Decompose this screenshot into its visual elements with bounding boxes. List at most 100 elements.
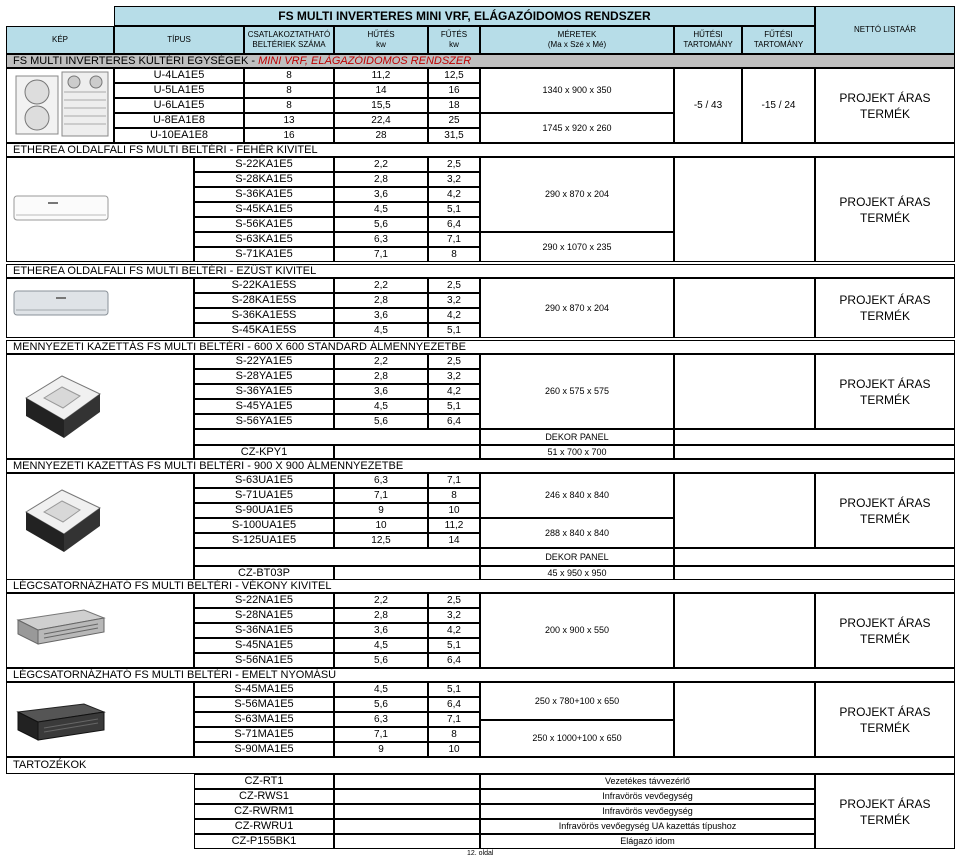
price-label-line2: TERMÉK bbox=[859, 812, 910, 827]
cooling-kw-cell: 2,8 bbox=[334, 369, 428, 384]
heating-kw-cell: 3,2 bbox=[428, 369, 480, 384]
empty-cell bbox=[674, 354, 815, 429]
model-cell: S-22KA1E5S bbox=[194, 278, 334, 293]
model-cell: S-71UA1E5 bbox=[194, 488, 334, 503]
header-tipus: TÍPUS bbox=[114, 26, 244, 54]
panel-dimensions-cell: 45 x 950 x 950 bbox=[480, 566, 674, 580]
cooling-kw-cell: 5,6 bbox=[334, 414, 428, 429]
model-cell: S-45KA1E5 bbox=[194, 202, 334, 217]
accessory-model-cell: CZ-RWS1 bbox=[194, 789, 334, 804]
model-cell: S-63MA1E5 bbox=[194, 712, 334, 727]
empty-cell bbox=[334, 834, 480, 849]
accessory-model-cell: CZ-P155BK1 bbox=[194, 834, 334, 849]
header-kep: KÉP bbox=[6, 26, 114, 54]
price-label-line1: PROJEKT ÁRAS bbox=[839, 615, 931, 630]
price-label-line2: TERMÉK bbox=[859, 511, 910, 526]
accessory-model-cell: CZ-RWRM1 bbox=[194, 804, 334, 819]
section-band-outdoor: FS MULTI INVERTERES KÜLTÉRI EGYSÉGEK - M… bbox=[6, 54, 955, 68]
model-cell: S-63UA1E5 bbox=[194, 473, 334, 488]
cooling-range-cell: -5 / 43 bbox=[674, 68, 742, 143]
cassette-600-image bbox=[18, 368, 104, 444]
empty-cell bbox=[334, 774, 480, 789]
model-cell: S-45KA1E5S bbox=[194, 323, 334, 338]
heating-kw-cell: 4,2 bbox=[428, 187, 480, 202]
cooling-kw-cell: 3,6 bbox=[334, 623, 428, 638]
header-dimensions-line2: (Ma x Szé x Mé) bbox=[547, 40, 607, 49]
section-title-wall-silver: ETHEREA OLDALFALI FS MULTI BELTÉRI - EZÜ… bbox=[6, 264, 955, 278]
heating-kw-cell: 3,2 bbox=[428, 172, 480, 187]
heating-kw-cell: 10 bbox=[428, 742, 480, 757]
section-title-duct-high: LÉGCSATORNÁZHATÓ FS MULTI BELTÉRI - EMEL… bbox=[6, 668, 955, 682]
heating-kw-cell: 18 bbox=[428, 98, 480, 113]
header-connectable-units: CSATLAKOZTATHATÓ BELTÉRIEK SZÁMA bbox=[244, 26, 334, 54]
price-label-line2: TERMÉK bbox=[859, 631, 910, 646]
header-cooling-kw: HŰTÉS kw bbox=[334, 26, 428, 54]
heating-kw-cell: 5,1 bbox=[428, 399, 480, 414]
model-cell: S-71MA1E5 bbox=[194, 727, 334, 742]
cooling-kw-cell: 6,3 bbox=[334, 473, 428, 488]
cooling-kw-cell: 14 bbox=[334, 83, 428, 98]
price-label-line2: TERMÉK bbox=[859, 392, 910, 407]
cooling-kw-cell: 4,5 bbox=[334, 202, 428, 217]
heating-range-cell: -15 / 24 bbox=[742, 68, 815, 143]
price-list-page: FS MULTI INVERTERES MINI VRF, ELÁGAZÓIDO… bbox=[0, 0, 960, 859]
cooling-kw-cell: 22,4 bbox=[334, 113, 428, 128]
outdoor-unit-image bbox=[14, 70, 110, 140]
dimensions-cell: 260 x 575 x 575 bbox=[480, 354, 674, 429]
model-cell: S-22YA1E5 bbox=[194, 354, 334, 369]
price-cell-accessories: PROJEKT ÁRAS TERMÉK bbox=[815, 774, 955, 849]
units-cell: 8 bbox=[244, 68, 334, 83]
header-dimensions: MÉRETEK (Ma x Szé x Mé) bbox=[480, 26, 674, 54]
heating-kw-cell: 2,5 bbox=[428, 593, 480, 608]
price-cell-wall-silver: PROJEKT ÁRAS TERMÉK bbox=[815, 278, 955, 338]
model-cell: U-4LA1E5 bbox=[114, 68, 244, 83]
model-cell: S-28NA1E5 bbox=[194, 608, 334, 623]
cooling-kw-cell: 11,2 bbox=[334, 68, 428, 83]
header-cooling-line2: kw bbox=[376, 40, 386, 49]
cooling-kw-cell: 4,5 bbox=[334, 682, 428, 697]
price-label-line1: PROJEKT ÁRAS bbox=[839, 194, 931, 209]
price-cell-cassette-600: PROJEKT ÁRAS TERMÉK bbox=[815, 354, 955, 429]
heating-kw-cell: 8 bbox=[428, 247, 480, 262]
cooling-kw-cell: 3,6 bbox=[334, 187, 428, 202]
cooling-kw-cell: 7,1 bbox=[334, 247, 428, 262]
dimensions-cell: 290 x 1070 x 235 bbox=[480, 232, 674, 262]
section-title-cassette-600: MENNYEZETI KAZETTÁS FS MULTI BELTÉRI - 6… bbox=[6, 340, 955, 354]
cooling-kw-cell: 2,2 bbox=[334, 593, 428, 608]
section-title-duct-slim: LÉGCSATORNÁZHATÓ FS MULTI BELTÉRI - VÉKO… bbox=[6, 579, 955, 593]
empty-cell bbox=[194, 429, 480, 445]
accessory-description-cell: Vezetékes távvezérlő bbox=[480, 774, 815, 789]
model-cell: S-45NA1E5 bbox=[194, 638, 334, 653]
header-heating-range-line1: FŰTÉSI bbox=[764, 30, 793, 39]
dimensions-cell: 250 x 1000+100 x 650 bbox=[480, 720, 674, 757]
model-cell: S-36YA1E5 bbox=[194, 384, 334, 399]
heating-kw-cell: 5,1 bbox=[428, 323, 480, 338]
model-cell: U-10EA1E8 bbox=[114, 128, 244, 143]
heating-kw-cell: 2,5 bbox=[428, 354, 480, 369]
empty-cell bbox=[334, 566, 480, 580]
heating-kw-cell: 5,1 bbox=[428, 682, 480, 697]
cooling-kw-cell: 9 bbox=[334, 742, 428, 757]
model-cell: S-56MA1E5 bbox=[194, 697, 334, 712]
empty-cell bbox=[674, 445, 955, 459]
accessory-description-cell: Infravörös vevőegység bbox=[480, 804, 815, 819]
empty-cell bbox=[674, 157, 815, 262]
units-cell: 8 bbox=[244, 83, 334, 98]
model-cell: S-45MA1E5 bbox=[194, 682, 334, 697]
section-title-accessories: TARTOZÉKOK bbox=[6, 757, 955, 774]
units-cell: 13 bbox=[244, 113, 334, 128]
price-cell-wall-white: PROJEKT ÁRAS TERMÉK bbox=[815, 157, 955, 262]
model-cell: S-28YA1E5 bbox=[194, 369, 334, 384]
panel-label-cell: DEKOR PANEL bbox=[480, 429, 674, 445]
cassette-900-image bbox=[18, 482, 104, 558]
cooling-kw-cell: 6,3 bbox=[334, 712, 428, 727]
price-label-line1: PROJEKT ÁRAS bbox=[839, 293, 931, 307]
empty-cell bbox=[334, 804, 480, 819]
header-cooling-range-line2: TARTOMÁNY bbox=[683, 40, 733, 49]
model-cell: S-125UA1E5 bbox=[194, 533, 334, 548]
heating-kw-cell: 8 bbox=[428, 488, 480, 503]
cooling-kw-cell: 2,2 bbox=[334, 157, 428, 172]
heating-kw-cell: 4,2 bbox=[428, 623, 480, 638]
model-cell: S-90MA1E5 bbox=[194, 742, 334, 757]
units-cell: 16 bbox=[244, 128, 334, 143]
